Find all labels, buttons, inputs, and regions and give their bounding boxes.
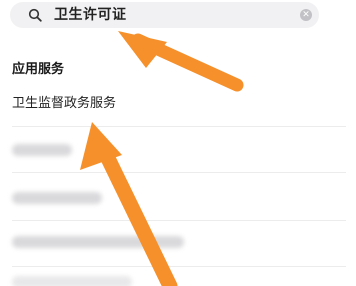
search-icon xyxy=(28,8,42,22)
arrow-annotation-result xyxy=(80,122,178,286)
divider xyxy=(12,266,346,267)
arrow-annotation-search xyxy=(118,31,244,92)
divider xyxy=(12,126,346,127)
search-input[interactable]: 卫生许可证 xyxy=(54,5,127,25)
result-item[interactable]: 卫生监督政务服务 xyxy=(12,92,116,111)
section-title: 应用服务 xyxy=(12,62,65,77)
divider xyxy=(12,172,346,173)
clear-icon[interactable]: ✕ xyxy=(300,9,312,21)
search-bar[interactable]: 卫生许可证 ✕ xyxy=(10,2,319,28)
blurred-result-item[interactable] xyxy=(12,192,102,204)
search-results-page: 卫生许可证 ✕ 应用服务 卫生监督政务服务 xyxy=(0,0,356,286)
divider xyxy=(12,220,346,221)
blurred-result-item[interactable] xyxy=(12,144,72,156)
blurred-result-item[interactable] xyxy=(12,236,184,248)
blurred-result-item[interactable] xyxy=(12,276,132,286)
